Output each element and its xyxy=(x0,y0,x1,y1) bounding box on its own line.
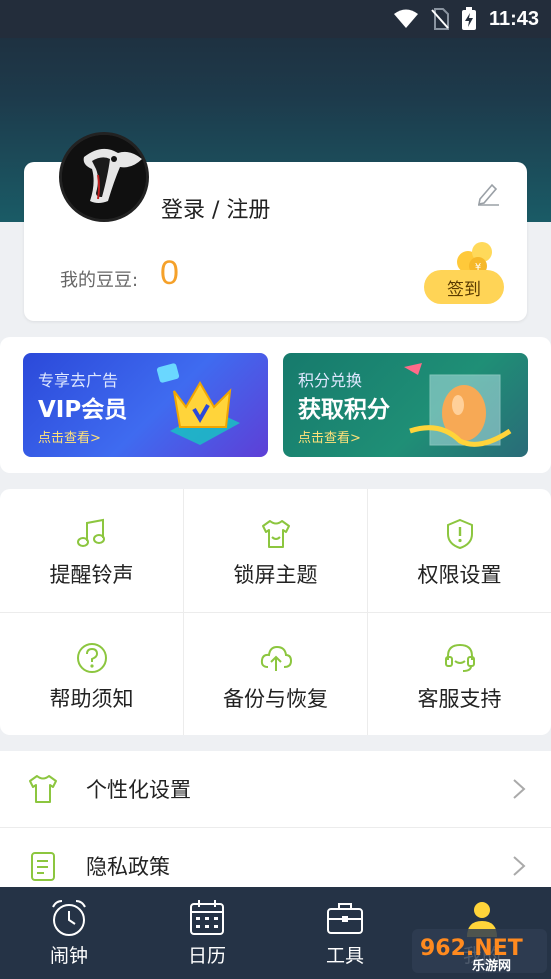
nav-tab-tools[interactable]: 工具 xyxy=(276,887,414,979)
egg-cube-illustration xyxy=(404,363,512,447)
vip-banner-subtitle: 专享去广告 xyxy=(38,371,119,390)
grid-label: 备份与恢复 xyxy=(223,687,328,711)
edit-pencil-icon[interactable] xyxy=(475,180,501,206)
points-banner-link: 点击查看> xyxy=(298,431,361,446)
tshirt-icon xyxy=(29,775,57,803)
vip-banner-title: VIP会员 xyxy=(38,397,128,423)
grid-label: 权限设置 xyxy=(417,563,502,587)
toucan-avatar-icon xyxy=(62,135,146,219)
list-item-label: 隐私政策 xyxy=(86,855,170,879)
avatar[interactable] xyxy=(59,132,149,222)
status-time: 11:43 xyxy=(488,7,539,30)
promo-banner-section: 专享去广告 VIP会员 点击查看> 积分兑换 获取积分 点击查看> xyxy=(0,337,551,473)
music-note-icon xyxy=(76,518,105,547)
grid-label: 客服支持 xyxy=(417,687,502,711)
function-grid: 提醒铃声 锁屏主题 权限设置 帮助须知 备份与恢复 客服支持 xyxy=(0,489,551,735)
site-watermark-logo: 962.NET 乐游网 xyxy=(412,929,547,974)
vip-banner-link: 点击查看> xyxy=(38,431,101,446)
crown-illustration xyxy=(156,363,240,445)
beans-value: 0 xyxy=(160,254,179,292)
toolbox-icon xyxy=(327,903,363,934)
grid-item-ringtone[interactable]: 提醒铃声 xyxy=(0,489,183,612)
document-icon xyxy=(31,852,55,881)
login-register-link[interactable]: 登录 / 注册 xyxy=(161,192,270,224)
alarm-clock-icon xyxy=(52,900,86,936)
battery-charging-icon xyxy=(461,7,476,30)
tshirt-icon xyxy=(261,520,290,548)
grid-label: 锁屏主题 xyxy=(233,563,318,587)
help-circle-icon xyxy=(76,643,107,673)
nav-tab-alarm[interactable]: 闹钟 xyxy=(0,887,138,979)
watermark-brand: 962.NET xyxy=(420,936,523,961)
status-bar: 11:43 xyxy=(0,0,551,38)
shield-alert-icon xyxy=(446,518,473,550)
grid-item-permissions[interactable]: 权限设置 xyxy=(368,489,551,612)
calendar-icon xyxy=(190,900,224,935)
nav-tab-calendar[interactable]: 日历 xyxy=(138,887,276,979)
nav-label: 闹钟 xyxy=(49,945,88,967)
profile-card: 登录 / 注册 我的豆豆: 0 ¥ 签到 xyxy=(24,132,527,321)
points-banner[interactable]: 积分兑换 获取积分 点击查看> xyxy=(283,353,528,457)
settings-list: 个性化设置 隐私政策 xyxy=(0,751,551,891)
nav-label: 工具 xyxy=(325,945,364,967)
grid-label: 提醒铃声 xyxy=(49,563,134,587)
headset-icon xyxy=(444,643,475,672)
points-banner-subtitle: 积分兑换 xyxy=(298,371,363,390)
chevron-right-icon xyxy=(513,856,526,876)
list-item-personalization[interactable]: 个性化设置 xyxy=(0,751,551,827)
grid-item-lockscreen-theme[interactable]: 锁屏主题 xyxy=(184,489,367,612)
watermark-site: 乐游网 xyxy=(472,958,511,974)
beans-label: 我的豆豆: xyxy=(60,270,139,291)
no-sim-icon xyxy=(431,8,449,30)
chevron-right-icon xyxy=(513,779,526,799)
points-banner-title: 获取积分 xyxy=(298,397,390,423)
nav-label: 日历 xyxy=(187,945,226,967)
wifi-icon xyxy=(393,9,418,28)
grid-item-help[interactable]: 帮助须知 xyxy=(0,613,183,736)
grid-label: 帮助须知 xyxy=(49,687,134,711)
checkin-button[interactable]: 签到 xyxy=(424,270,504,304)
grid-item-customer-support[interactable]: 客服支持 xyxy=(368,613,551,736)
list-item-label: 个性化设置 xyxy=(86,778,191,802)
vip-banner[interactable]: 专享去广告 VIP会员 点击查看> xyxy=(23,353,268,457)
grid-item-backup-restore[interactable]: 备份与恢复 xyxy=(184,613,367,736)
cloud-upload-icon xyxy=(260,645,292,671)
